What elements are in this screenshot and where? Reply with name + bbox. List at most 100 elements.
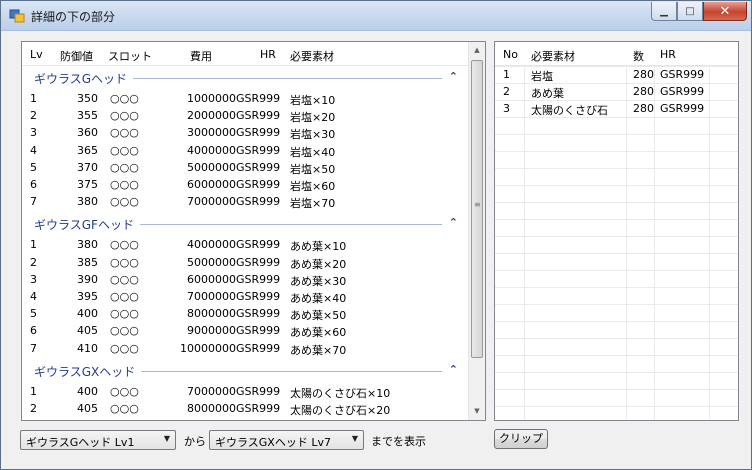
maximize-button[interactable]: □: [677, 2, 703, 21]
list-row[interactable]: 5 370 ○○○ 5000000 GSR999 岩塩×50: [22, 159, 468, 176]
header-cost[interactable]: 費用: [190, 48, 212, 64]
cell-hr: GSR999: [236, 109, 281, 123]
cell-slot: ○○○: [110, 402, 139, 415]
materials-grid[interactable]: No 必要素材 数 HR 1 岩塩 280 GSR999 2 あめ葉 280 GSR999 3 太…: [494, 41, 739, 421]
clip-button[interactable]: クリップ: [494, 429, 548, 449]
scroll-down-icon[interactable]: ▼: [469, 403, 485, 420]
cell-lv: 6: [30, 178, 37, 191]
cell-cost: 4000000: [187, 238, 236, 252]
grid-header-count[interactable]: 数: [633, 48, 644, 64]
chevron-up-icon[interactable]: ⌃: [449, 70, 458, 83]
cell-lv: 2: [30, 255, 37, 269]
detail-list-header: Lv 防御値 スロット 費用 HR 必要素材: [22, 42, 468, 66]
from-select-value: ギウラスGヘッド Lv1: [26, 436, 135, 449]
cell-defense: 410: [77, 341, 98, 355]
scroll-up-icon[interactable]: ▲: [469, 42, 485, 59]
group-title: ギウラスGFヘッド: [34, 216, 140, 234]
cell-lv: 3: [30, 126, 37, 140]
grip-icon: ≡: [474, 200, 481, 209]
from-select[interactable]: ギウラスGヘッド Lv1 ▼: [20, 430, 176, 450]
cell-slot: ○○○: [110, 143, 139, 157]
list-row[interactable]: 7 380 ○○○ 7000000 GSR999 岩塩×70: [22, 193, 468, 210]
materials-grid-body: 1 岩塩 280 GSR999 2 あめ葉 280 GSR999 3 太陽のくさび石 280 GSR9…: [495, 66, 738, 420]
list-row[interactable]: 2 385 ○○○ 5000000 GSR999 あめ葉×20: [22, 254, 468, 271]
minimize-button[interactable]: ▁: [651, 2, 677, 21]
cell-cost: 7000000: [187, 195, 236, 209]
list-row[interactable]: 3 360 ○○○ 3000000 GSR999 岩塩×30: [22, 124, 468, 141]
grid-row[interactable]: 2 あめ葉 280 GSR999: [495, 83, 738, 100]
list-row[interactable]: 1 350 ○○○ 1000000 GSR999 岩塩×10: [22, 90, 468, 107]
list-row[interactable]: 6 375 ○○○ 6000000 GSR999 岩塩×60: [22, 176, 468, 193]
cell-material: 岩塩×50: [290, 162, 336, 176]
app-window: 詳細の下の部分 ▁ □ ✕ Lv 防御値 スロット 費用 HR 必要素材 ギウラ…: [0, 0, 752, 470]
header-slot[interactable]: スロット: [108, 48, 152, 64]
cell-cost: 3000000: [187, 126, 236, 140]
cell-hr: GSR999: [236, 324, 281, 338]
grid-cell-count: 280: [633, 85, 654, 98]
grid-cell-no: 3: [503, 102, 510, 115]
grid-header-hr[interactable]: HR: [660, 48, 676, 61]
list-row[interactable]: 1 400 ○○○ 7000000 GSR999 太陽のくさび石×10: [22, 383, 468, 400]
list-row[interactable]: 2 405 ○○○ 8000000 GSR999 太陽のくさび石×20: [22, 400, 468, 417]
list-row[interactable]: 1 380 ○○○ 4000000 GSR999 あめ葉×10: [22, 236, 468, 253]
grid-row[interactable]: 3 太陽のくさび石 280 GSR999: [495, 100, 738, 117]
window-title: 詳細の下の部分: [31, 10, 116, 24]
group-header[interactable]: ギウラスGFヘッド ⌃: [22, 214, 468, 234]
cell-slot: ○○○: [110, 109, 139, 123]
chevron-up-icon[interactable]: ⌃: [449, 216, 458, 229]
cell-hr: GSR999: [236, 92, 281, 105]
cell-lv: 2: [30, 402, 37, 415]
to-select-value: ギウラスGXヘッド Lv7: [215, 436, 331, 449]
detail-list[interactable]: Lv 防御値 スロット 費用 HR 必要素材 ギウラスGヘッド ⌃ 1 350 ○○○ 1…: [21, 41, 486, 421]
list-row[interactable]: 2 355 ○○○ 2000000 GSR999 岩塩×20: [22, 107, 468, 124]
cell-cost: 8000000: [187, 402, 236, 415]
cell-hr: GSR999: [236, 255, 281, 269]
group-header[interactable]: ギウラスGXヘッド ⌃: [22, 361, 468, 381]
list-row[interactable]: 3 390 ○○○ 6000000 GSR999 あめ葉×30: [22, 271, 468, 288]
cell-material: 太陽のくさび石×10: [290, 386, 391, 400]
scroll-thumb[interactable]: ≡: [471, 60, 483, 358]
title-bar[interactable]: 詳細の下の部分 ▁ □ ✕: [1, 1, 751, 31]
detail-list-body: ギウラスGヘッド ⌃ 1 350 ○○○ 1000000 GSR999 岩塩×10 2 355 ○○…: [22, 66, 468, 421]
cell-hr: GSR999: [236, 178, 281, 191]
header-defense[interactable]: 防御値: [60, 48, 93, 64]
grid-cell-count: 280: [633, 102, 654, 115]
list-row[interactable]: 6 405 ○○○ 9000000 GSR999 あめ葉×60: [22, 322, 468, 339]
cell-lv: 1: [30, 92, 37, 105]
cell-defense: 390: [77, 272, 98, 286]
cell-defense: 380: [77, 195, 98, 209]
materials-grid-header: No 必要素材 数 HR: [495, 42, 738, 66]
header-material[interactable]: 必要素材: [290, 48, 334, 64]
from-label: から: [184, 435, 206, 448]
cell-defense: 355: [77, 109, 98, 123]
cell-defense: 405: [77, 324, 98, 338]
grid-cell-material: あめ葉: [531, 87, 564, 100]
cell-lv: 4: [30, 290, 37, 303]
header-lv[interactable]: Lv: [30, 48, 43, 61]
cell-cost: 8000000: [187, 307, 236, 321]
cell-slot: ○○○: [110, 92, 139, 105]
grid-header-material[interactable]: 必要素材: [531, 48, 575, 64]
header-hr[interactable]: HR: [260, 48, 276, 61]
grid-cell-no: 1: [503, 68, 510, 81]
cell-material: 岩塩×30: [290, 128, 336, 142]
grid-row[interactable]: 1 岩塩 280 GSR999: [495, 66, 738, 83]
list-row[interactable]: 4 365 ○○○ 4000000 GSR999 岩塩×40: [22, 142, 468, 159]
grid-cell-no: 2: [503, 85, 510, 98]
grid-header-no[interactable]: No: [503, 48, 518, 61]
list-row[interactable]: 5 400 ○○○ 8000000 GSR999 あめ葉×50: [22, 305, 468, 322]
list-row[interactable]: 4 395 ○○○ 7000000 GSR999 あめ葉×40: [22, 288, 468, 305]
cell-material: あめ葉×70: [290, 343, 347, 357]
cell-defense: 350: [77, 92, 98, 105]
close-button[interactable]: ✕: [703, 2, 747, 21]
grid-cell-hr: GSR999: [660, 68, 705, 81]
grid-cell-hr: GSR999: [660, 85, 705, 98]
list-row[interactable]: 7 410 ○○○ 10000000 GSR999 あめ葉×70: [22, 340, 468, 357]
to-select[interactable]: ギウラスGXヘッド Lv7 ▼: [209, 430, 364, 450]
cell-cost: 7000000: [187, 290, 236, 303]
grid-cell-count: 280: [633, 68, 654, 81]
group-header[interactable]: ギウラスGヘッド ⌃: [22, 68, 468, 88]
detail-list-scrollbar[interactable]: ▲ ≡ ▼: [468, 42, 485, 420]
cell-slot: ○○○: [110, 255, 139, 269]
chevron-up-icon[interactable]: ⌃: [449, 363, 458, 376]
